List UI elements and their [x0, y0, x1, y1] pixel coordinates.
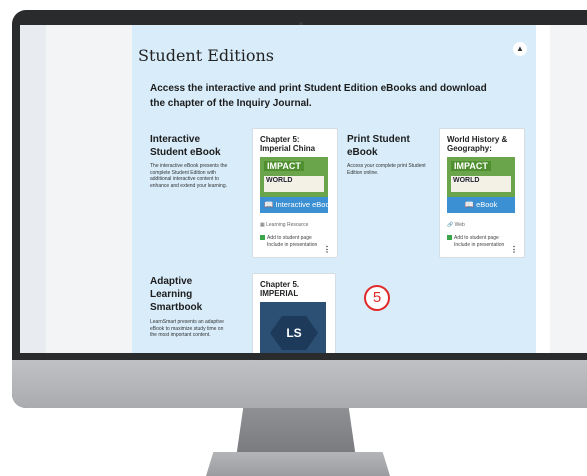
chevron-up-icon[interactable]: ▲	[513, 42, 527, 56]
monitor-base	[206, 452, 390, 476]
book-cover-image[interactable]: IMPACT WORLD 📖 Interactive eBook	[260, 157, 328, 213]
learnsmart-logo: LS	[270, 316, 318, 350]
link-icon: 🔗	[447, 222, 454, 228]
interactive-title: Interactive Student eBook	[150, 134, 221, 158]
cover-book-title: WORLD	[264, 176, 324, 192]
smartbook-card[interactable]: Chapter 5. IMPERIAL LS	[252, 273, 336, 353]
book-cover-image[interactable]: IMPACT WORLD 📖 eBook	[447, 157, 515, 213]
grid-icon: ▦	[260, 222, 265, 228]
adaptive-title: Adaptive Learning Smartbook	[150, 276, 203, 313]
screen: Student Editions ▲ Access the interactiv…	[20, 25, 587, 353]
include-label: Include in presentation	[454, 242, 505, 248]
cover-brand: IMPACT	[264, 161, 304, 171]
resource-tag: 🔗 Web	[447, 222, 465, 228]
cover-brand: IMPACT	[451, 161, 491, 171]
book-icon: 📖	[264, 200, 274, 209]
card-title: World History & Geography:	[447, 135, 508, 153]
interactive-ebook-card[interactable]: Chapter 5: Imperial China IMPACT WORLD 📖…	[252, 128, 338, 258]
book-icon: 📖	[464, 200, 474, 209]
include-label: Include in presentation	[267, 242, 318, 248]
add-label: Add to student page	[454, 235, 499, 241]
card-title: Chapter 5: Imperial China	[260, 135, 316, 153]
adaptive-description: LearnSmart presents an adaptive eBook to…	[150, 319, 224, 338]
add-to-student-page-checkbox[interactable]: Add to student page Include in presentat…	[260, 235, 317, 249]
checkbox-checked-icon[interactable]	[447, 235, 452, 240]
ebook-button[interactable]: 📖 eBook	[447, 197, 515, 213]
interactive-ebook-label: Interactive eBook	[275, 200, 328, 209]
right-gutter	[536, 25, 550, 353]
monitor: Student Editions ▲ Access the interactiv…	[12, 10, 587, 408]
step-number-callout: 5	[364, 285, 390, 311]
more-options-icon[interactable]: ⋮	[510, 245, 518, 254]
interactive-ebook-button[interactable]: 📖 Interactive eBook	[260, 197, 328, 213]
resource-tag: ▦ Learning Resource	[260, 222, 308, 228]
monitor-chin	[12, 360, 587, 408]
add-label: Add to student page	[267, 235, 312, 241]
learnsmart-cover[interactable]: LS	[260, 302, 326, 353]
print-title: Print Student eBook	[347, 134, 410, 158]
resource-tag-label: Learning Resource	[266, 222, 309, 228]
monitor-stand	[236, 408, 356, 458]
more-options-icon[interactable]: ⋮	[323, 245, 331, 254]
left-sidebar	[20, 25, 46, 353]
checkbox-checked-icon[interactable]	[260, 235, 265, 240]
section-title: Student Editions	[138, 46, 274, 65]
card-title: Chapter 5. IMPERIAL	[260, 280, 300, 298]
ebook-label: eBook	[476, 200, 498, 209]
cover-book-title: WORLD	[451, 176, 511, 192]
print-ebook-card[interactable]: World History & Geography: IMPACT WORLD …	[439, 128, 525, 258]
resource-tag-label: Web	[454, 222, 465, 228]
interactive-description: The interactive eBook presents the compl…	[150, 163, 228, 189]
print-description: Access your complete print Student Editi…	[347, 163, 426, 176]
section-intro: Access the interactive and print Student…	[150, 83, 487, 109]
add-to-student-page-checkbox[interactable]: Add to student page Include in presentat…	[447, 235, 504, 249]
